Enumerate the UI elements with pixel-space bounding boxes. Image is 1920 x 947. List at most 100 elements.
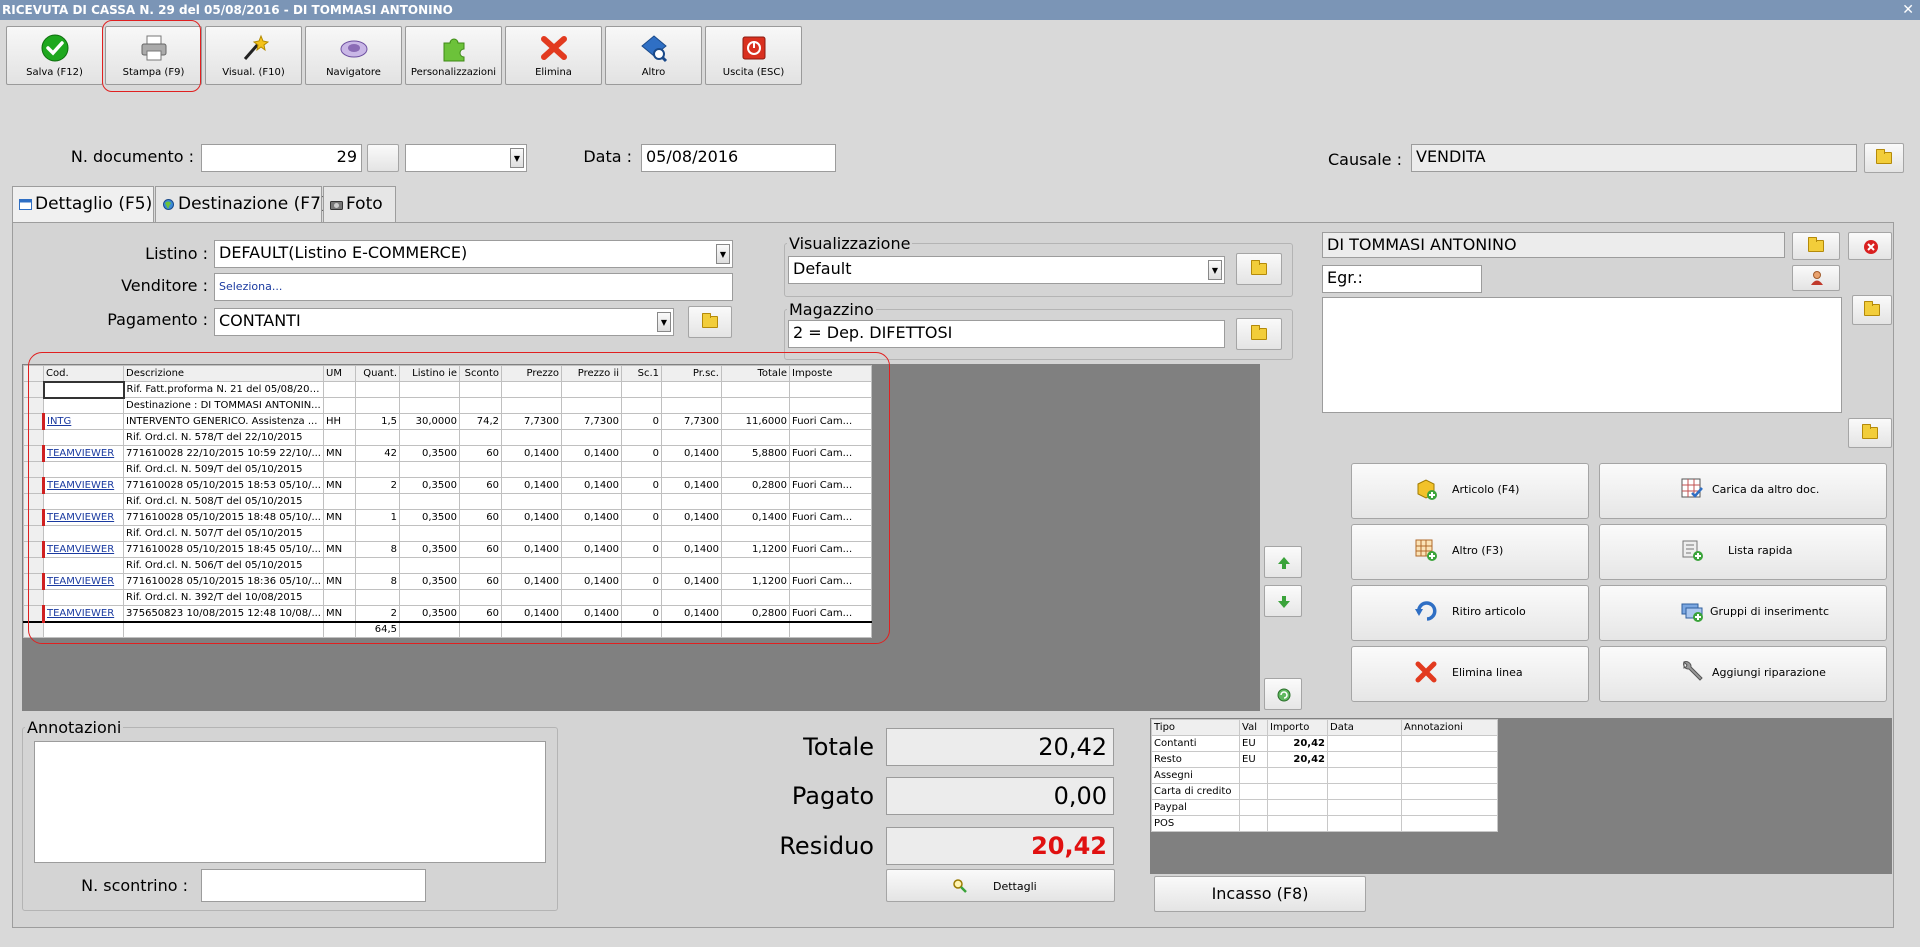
customer-title[interactable]: Egr.: [1322,265,1482,293]
row-selector[interactable] [23,461,44,478]
table-cell[interactable] [621,589,662,606]
delete-button[interactable]: Elimina [505,26,602,85]
table-cell[interactable]: 7,7300 [501,413,562,430]
table-cell[interactable] [355,429,400,446]
row-selector[interactable] [23,493,44,510]
table-cell[interactable]: 771610028 05/10/2015 18:45 05/10/... [123,541,324,558]
column-header[interactable]: Quant. [355,365,400,382]
table-cell[interactable]: 1,1200 [721,541,790,558]
table-cell[interactable]: 0 [621,413,662,430]
table-cell[interactable]: Fuori Cam... [789,573,872,590]
column-header[interactable]: Sc.1 [621,365,662,382]
visual-button[interactable]: Visual. (F10) [205,26,302,85]
table-cell[interactable]: EU [1239,751,1268,768]
table-cell[interactable] [323,397,356,414]
causale-input[interactable]: VENDITA [1411,144,1857,172]
table-cell[interactable]: 60 [459,509,502,526]
row-selector[interactable] [23,525,44,542]
table-row[interactable]: TEAMVIEWER 771610028 05/10/2015 18:53 05/… [23,477,872,494]
table-row[interactable]: Rif. Ord.cl. N. 392/T del 10/08/2015 [23,589,872,606]
listino-select[interactable]: DEFAULT(Listino E-COMMERCE) ▼ [214,240,733,268]
visualizzazione-select[interactable]: Default ▼ [788,256,1225,284]
table-cell[interactable]: TEAMVIEWER [43,605,124,622]
table-cell[interactable]: 0,3500 [399,541,460,558]
table-cell[interactable]: 0,1400 [661,477,722,494]
table-cell[interactable]: 60 [459,477,502,494]
table-row[interactable]: Rif. Ord.cl. N. 509/T del 05/10/2015 [23,461,872,478]
table-cell[interactable] [43,429,124,446]
customizations-button[interactable]: Personalizzazioni [405,26,502,85]
table-cell[interactable] [323,525,356,542]
table-cell[interactable] [661,589,722,606]
table-cell[interactable] [323,589,356,606]
table-cell[interactable]: 1,5 [355,413,400,430]
table-cell[interactable] [621,397,662,414]
table-cell[interactable]: 0,1400 [501,541,562,558]
table-cell[interactable]: Rif. Ord.cl. N. 507/T del 05/10/2015 [123,525,324,542]
table-cell[interactable]: 0,1400 [561,573,622,590]
table-cell[interactable]: 1,1200 [721,573,790,590]
table-row[interactable]: TEAMVIEWER 771610028 05/10/2015 18:48 05/… [23,509,872,526]
table-cell[interactable] [661,525,722,542]
table-cell[interactable]: 42 [355,445,400,462]
table-row[interactable]: INTG INTERVENTO GENERICO. Assistenza ... H… [23,413,872,430]
table-cell[interactable]: 0,1400 [661,445,722,462]
table-cell[interactable]: 0,1400 [561,509,622,526]
table-cell[interactable] [355,589,400,606]
table-cell[interactable] [561,493,622,510]
table-cell[interactable] [621,381,662,398]
row-selector[interactable] [23,605,45,622]
magazzino-input[interactable]: 2 = Dep. DIFETTOSI [788,320,1225,348]
table-row[interactable]: Rif. Ord.cl. N. 506/T del 05/10/2015 [23,557,872,574]
table-cell[interactable] [1401,735,1498,752]
column-header[interactable]: UM [323,365,356,382]
table-cell[interactable] [399,525,460,542]
table-cell[interactable] [1327,799,1402,816]
table-cell[interactable] [355,381,400,398]
table-cell[interactable] [399,429,460,446]
causale-folder-button[interactable] [1864,143,1904,173]
table-cell[interactable] [561,429,622,446]
table-cell[interactable]: 0,3500 [399,573,460,590]
table-cell[interactable] [721,397,790,414]
row-selector[interactable] [23,541,45,558]
magazzino-folder-button[interactable] [1236,318,1282,350]
row-selector[interactable] [23,477,45,494]
table-cell[interactable]: 1 [355,509,400,526]
row-selector[interactable] [23,397,44,414]
table-cell[interactable]: 0,1400 [501,605,562,622]
other-button[interactable]: Altro [605,26,702,85]
table-cell[interactable]: 771610028 05/10/2015 18:48 05/10/... [123,509,324,526]
table-cell[interactable]: 0,1400 [561,605,622,622]
table-cell[interactable]: 20,42 [1267,751,1328,768]
row-selector[interactable] [23,445,45,462]
table-cell[interactable]: Rif. Ord.cl. N. 392/T del 10/08/2015 [123,589,324,606]
table-cell[interactable] [1239,799,1268,816]
table-cell[interactable] [1267,815,1328,832]
table-cell[interactable]: 0,1400 [501,477,562,494]
table-cell[interactable] [1401,767,1498,784]
table-cell[interactable] [661,461,722,478]
return-article-button[interactable]: Ritiro articolo [1351,585,1589,641]
customer-folder-button[interactable] [1792,232,1840,260]
table-cell[interactable]: 0,1400 [721,509,790,526]
table-cell[interactable] [721,493,790,510]
table-cell[interactable] [1267,783,1328,800]
table-cell[interactable] [561,381,622,398]
row-selector[interactable] [23,381,44,398]
pagamento-select[interactable]: CONTANTI ▼ [214,308,674,336]
table-cell[interactable]: Rif. Fatt.proforma N. 21 del 05/08/2016 [123,381,324,398]
table-cell[interactable] [661,397,722,414]
table-cell[interactable] [355,397,400,414]
column-header[interactable]: Descrizione [123,365,324,382]
table-cell[interactable] [1327,815,1402,832]
table-cell[interactable] [501,589,562,606]
save-button[interactable]: Salva (F12) [6,26,103,85]
table-cell[interactable]: 0 [621,573,662,590]
table-cell[interactable]: Rif. Ord.cl. N. 506/T del 05/10/2015 [123,557,324,574]
table-cell[interactable]: Rif. Ord.cl. N. 509/T del 05/10/2015 [123,461,324,478]
table-cell[interactable] [1239,815,1268,832]
table-cell[interactable]: 0,1400 [501,509,562,526]
table-cell[interactable] [1239,783,1268,800]
table-cell[interactable] [501,557,562,574]
